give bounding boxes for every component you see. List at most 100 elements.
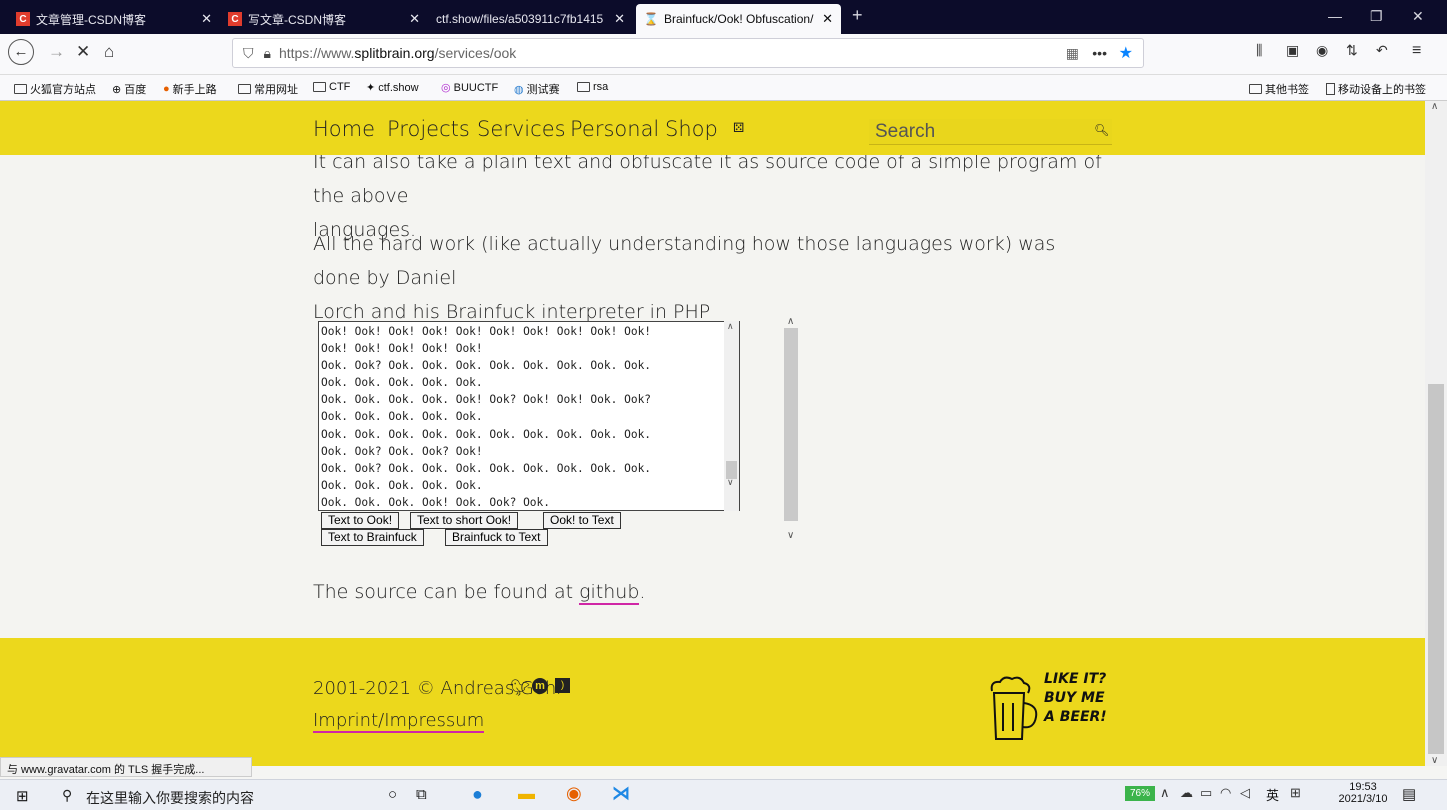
menu-icon[interactable]: ≡ [1412,42,1421,60]
circle-icon: ◍ [514,83,524,96]
scroll-up-icon[interactable]: ∧ [787,316,794,327]
chevron-up-icon[interactable]: ∧ [1160,785,1170,801]
ook-textarea[interactable]: Ook! Ook! Ook! Ook! Ook! Ook! Ook! Ook! … [318,321,740,511]
scroll-thumb[interactable] [1428,384,1444,754]
search-icon[interactable]: 🔍︎ [1094,123,1109,137]
close-tab-icon[interactable]: ✕ [409,11,420,27]
tab-csdn-manage[interactable]: C 文章管理-CSDN博客 ✕ [8,4,220,34]
menu-projects[interactable]: Projects [387,117,470,141]
sidebar-icon[interactable]: ▣ [1286,42,1299,59]
menu-personal[interactable]: Personal [570,117,659,141]
bookmark-label: 常用网址 [254,84,298,96]
ime-mode-icon[interactable]: ⊞ [1290,785,1301,801]
task-view-icon[interactable]: ⧉ [416,786,427,803]
menu-services[interactable]: Services [477,117,566,141]
bookmark-item[interactable]: ✦ ctf.show [366,81,419,95]
home-icon[interactable]: ⌂ [104,42,114,62]
tab-brainfuck-ook[interactable]: ⌛ Brainfuck/Ook! Obfuscation/ ✕ [636,4,841,34]
library-icon[interactable]: ⫼ [1256,42,1262,59]
account-icon[interactable]: ◉ [1316,42,1328,59]
address-bar[interactable]: ⛉ 🔒︎ https://www.splitbrain.org/services… [232,38,1144,68]
qr-code-icon[interactable]: ▦ [1066,45,1079,62]
other-bookmarks[interactable]: 其他书签 [1249,81,1309,97]
lock-icon[interactable]: 🔒︎ [264,45,271,62]
search-input[interactable]: Search [869,119,1112,145]
clock[interactable]: 19:53 2021/3/10 [1338,781,1388,805]
close-tab-icon[interactable]: ✕ [614,11,625,27]
page-scrollbar[interactable]: ∧ ∨ [1425,101,1447,766]
back-icon[interactable]: ← [8,39,34,65]
twitter-icon[interactable]: 🐦︎ [510,678,530,698]
bookmark-item[interactable]: ◍ 测试赛 [514,81,560,97]
cortana-icon[interactable]: ○ [388,786,397,803]
ook-to-text-button[interactable]: Ook! to Text [543,512,621,529]
bookmark-item[interactable]: ● 新手上路 [163,81,217,97]
firefox-icon[interactable]: ◉ [566,783,582,804]
text-to-ook-button[interactable]: Text to Ook! [321,512,400,529]
taskbar-search-input[interactable]: 在这里输入你要搜索的内容 [86,788,254,808]
notification-icon[interactable]: ▤ [1402,785,1416,803]
bookmark-label: 测试赛 [526,84,560,96]
buy-me-a-beer-link[interactable]: LIKE IT? BUY ME A BEER! [986,668,1126,748]
new-tab-icon[interactable]: + [852,5,863,26]
hourglass-icon: ⌛ [643,12,659,26]
scroll-up-icon[interactable]: ∧ [1431,101,1438,112]
minimize-icon[interactable]: — [1328,8,1342,24]
folder-icon [14,84,27,94]
bookmark-item[interactable]: 常用网址 [238,81,298,97]
battery-icon[interactable]: ▭ [1200,785,1212,801]
text-to-brainfuck-button[interactable]: Text to Brainfuck [321,529,424,546]
bookmark-star-icon[interactable]: ★ [1119,43,1133,63]
scroll-thumb[interactable] [784,328,798,521]
textarea-line: Ook. Ook. Ook. Ook. Ook. [321,410,483,424]
search-icon[interactable]: ⚲ [62,787,72,804]
undo-icon[interactable]: ↶ [1376,42,1388,59]
forward-icon[interactable]: → [48,42,65,62]
dice-icon[interactable]: ⚄ [733,121,744,136]
mobile-bookmarks[interactable]: 移动设备上的书签 [1326,81,1426,97]
scroll-down-icon[interactable]: ∨ [727,477,734,488]
brainfuck-to-text-button[interactable]: Brainfuck to Text [445,529,548,546]
tab-ctfshow-file[interactable]: ctf.show/files/a503911c7fb1415 ✕ [428,4,633,34]
imprint-link[interactable]: Imprint/Impressum [313,710,485,733]
github-link[interactable]: github [579,581,640,605]
menu-shop[interactable]: Shop [665,117,718,141]
menu-home[interactable]: Home [313,117,375,141]
edge-icon[interactable]: ● [472,784,483,805]
file-explorer-icon[interactable]: ▬ [518,784,535,804]
bookmark-item[interactable]: rsa [577,81,608,93]
csdn-icon: C [16,12,30,26]
source-paragraph: The source can be found at github. [313,575,1103,609]
restore-icon[interactable]: ❐ [1370,8,1383,25]
ime-language[interactable]: 英 [1266,785,1279,804]
cloud-icon[interactable]: ☁ [1180,785,1193,801]
textarea-scrollbar[interactable]: ∧ ∨ [724,321,739,511]
windows-start-icon[interactable]: ⊞ [16,787,29,805]
extension-icon[interactable]: ⇅ [1346,42,1358,59]
textarea-line: Ook! Ook! Ook! Ook! Ook! Ook! Ook! Ook! … [321,325,652,338]
scroll-up-icon[interactable]: ∧ [727,321,734,332]
wifi-icon[interactable]: ◠ [1220,785,1231,801]
shield-icon[interactable]: ⛉ [243,45,254,62]
bookmark-item[interactable]: CTF [313,81,350,93]
bookmark-item[interactable]: 火狐官方站点 [14,81,96,97]
bookmark-item[interactable]: ◎ BUUCTF [441,81,498,95]
url-text[interactable]: https://www.splitbrain.org/services/ook [279,45,516,61]
close-window-icon[interactable]: ✕ [1412,8,1424,25]
rss-icon[interactable]: ) [555,678,570,693]
bookmark-label: 百度 [124,84,147,96]
scroll-down-icon[interactable]: ∨ [1431,755,1438,766]
page-actions-icon[interactable]: ••• [1092,45,1107,61]
scroll-down-icon[interactable]: ∨ [787,530,794,541]
battery-indicator[interactable]: 76% [1125,786,1155,801]
close-tab-icon[interactable]: ✕ [822,11,833,27]
close-tab-icon[interactable]: ✕ [201,11,212,27]
bookmark-item[interactable]: ⊕ 百度 [112,81,146,97]
content-scrollbar[interactable]: ∧ ∨ [784,316,798,546]
volume-icon[interactable]: ◁ [1240,785,1250,801]
stop-icon[interactable]: ✕ [76,42,90,62]
mastodon-icon[interactable]: m [532,678,548,694]
text-to-short-ook-button[interactable]: Text to short Ook! [410,512,519,529]
tab-csdn-write[interactable]: C 写文章-CSDN博客 ✕ [220,4,428,34]
vscode-icon[interactable]: ⋊ [612,783,630,804]
